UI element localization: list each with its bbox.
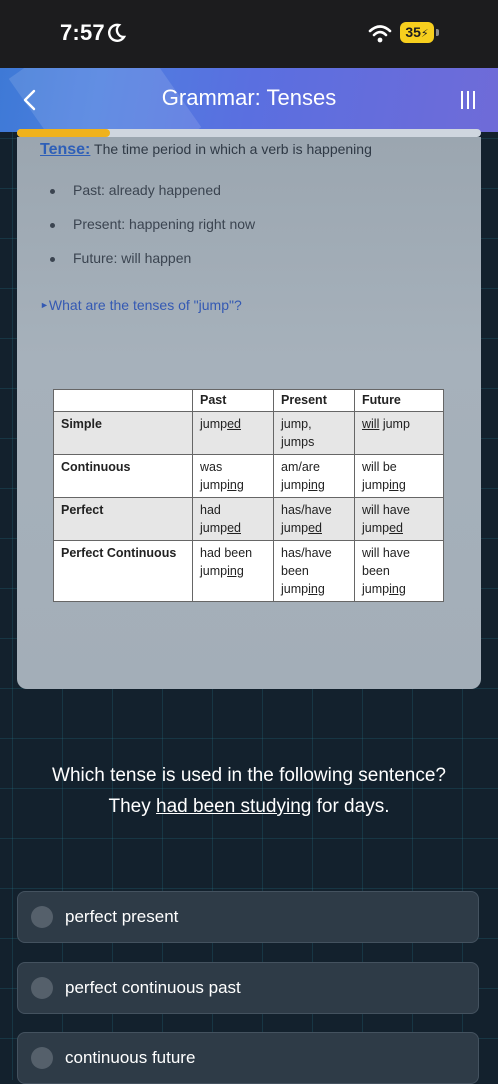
radio-button[interactable] bbox=[31, 906, 53, 928]
verb-stem: jump bbox=[362, 478, 390, 492]
app-header: Grammar: Tenses bbox=[0, 68, 498, 132]
wifi-icon bbox=[368, 25, 392, 43]
verb-auxiliary: had been bbox=[200, 546, 253, 560]
verb-stem: jump bbox=[200, 521, 228, 535]
verb-stem: jump bbox=[362, 521, 390, 535]
definition-line: Tense: The time period in which a verb i… bbox=[40, 141, 372, 159]
verb-ending: ing bbox=[308, 478, 325, 492]
status-bar: 7:57 35⚡ bbox=[0, 0, 498, 68]
verb-form: jumps bbox=[281, 435, 315, 449]
details-toggle[interactable]: ►What are the tenses of "jump"? bbox=[40, 297, 242, 313]
verb-ending: ed bbox=[389, 521, 403, 535]
verb-stem: jump bbox=[200, 417, 228, 431]
verb-ending: ing bbox=[389, 478, 406, 492]
definition-term: Tense: bbox=[40, 141, 91, 158]
answer-option-label: perfect continuous past bbox=[65, 978, 241, 997]
table-row: Perfect Continuous had been jumping has/h… bbox=[53, 540, 444, 602]
radio-button[interactable] bbox=[31, 977, 53, 999]
verb-stem: jump bbox=[379, 417, 410, 431]
table-row-label: Perfect bbox=[53, 497, 193, 541]
lesson-progress-bar bbox=[17, 129, 481, 137]
table-row: Simple jumped jump, jumps will jump bbox=[53, 411, 444, 455]
verb-stem: jump bbox=[200, 564, 228, 578]
disclosure-arrow-icon: ► bbox=[40, 300, 49, 310]
battery-indicator: 35⚡ bbox=[400, 22, 434, 43]
details-toggle-label: What are the tenses of "jump"? bbox=[48, 297, 242, 313]
charging-bolt-icon: ⚡ bbox=[420, 28, 429, 40]
table-cell: will have been jumping bbox=[354, 540, 444, 602]
verb-auxiliary: has/have bbox=[281, 546, 332, 560]
question-sentence-end: for days. bbox=[311, 796, 390, 817]
answer-option-label: continuous future bbox=[65, 1048, 196, 1067]
verb-form: jump, bbox=[281, 417, 312, 431]
table-header-row: Past Present Future bbox=[53, 389, 444, 412]
question-text: Which tense is used in the following sen… bbox=[20, 760, 478, 822]
answer-option-label: perfect present bbox=[65, 907, 179, 926]
verb-auxiliary: been bbox=[362, 564, 390, 578]
verb-ending: ed bbox=[227, 417, 241, 431]
answer-option[interactable]: perfect present bbox=[17, 891, 479, 943]
list-item: Present: happening right now bbox=[45, 216, 255, 250]
battery-cap bbox=[436, 29, 439, 36]
table-cell: had been jumping bbox=[192, 540, 274, 602]
verb-stem: jump bbox=[281, 521, 309, 535]
table-row-label: Perfect Continuous bbox=[53, 540, 193, 602]
table-cell: jumped bbox=[192, 411, 274, 455]
table-cell: was jumping bbox=[192, 454, 274, 498]
table-row-label: Simple bbox=[53, 411, 193, 455]
question-sentence-start: They bbox=[108, 796, 157, 817]
table-cell: has/have jumped bbox=[273, 497, 355, 541]
page-title: Grammar: Tenses bbox=[161, 85, 337, 110]
table-row: Perfect had jumped has/have jumped will ha… bbox=[53, 497, 444, 541]
table-row-label: Continuous bbox=[53, 454, 193, 498]
definition-text: The time period in which a verb is happe… bbox=[94, 141, 372, 157]
table-header-cell: Future bbox=[354, 389, 444, 412]
question-prompt: Which tense is used in the following sen… bbox=[52, 765, 446, 786]
verb-auxiliary: will bbox=[362, 417, 380, 431]
table-cell: has/have been jumping bbox=[273, 540, 355, 602]
verb-auxiliary: am/are bbox=[281, 460, 320, 474]
list-item: Past: already happened bbox=[45, 182, 255, 216]
table-cell: jump, jumps bbox=[273, 411, 355, 455]
radio-button[interactable] bbox=[31, 1047, 53, 1069]
table-header-cell bbox=[53, 389, 193, 412]
verb-stem: jump bbox=[281, 478, 309, 492]
list-item: Future: will happen bbox=[45, 250, 255, 284]
verb-ending: ing bbox=[227, 478, 244, 492]
verb-auxiliary: been bbox=[281, 564, 309, 578]
verb-auxiliary: will have bbox=[362, 503, 410, 517]
table-cell: will be jumping bbox=[354, 454, 444, 498]
verb-stem: jump bbox=[281, 582, 309, 596]
table-row: Continuous was jumping am/are jumping will… bbox=[53, 454, 444, 498]
answer-option[interactable]: continuous future bbox=[17, 1032, 479, 1084]
tense-bullet-list: Past: already happened Present: happenin… bbox=[45, 182, 255, 284]
table-cell: will have jumped bbox=[354, 497, 444, 541]
moon-icon bbox=[108, 23, 126, 42]
verb-ending: ed bbox=[227, 521, 241, 535]
verb-ending: ing bbox=[308, 582, 325, 596]
tense-table: Past Present Future Simple jumped jump, j… bbox=[53, 389, 444, 602]
question-underlined-phrase: had been studying bbox=[156, 796, 312, 817]
table-cell: had jumped bbox=[192, 497, 274, 541]
table-header-cell: Present bbox=[273, 389, 355, 412]
table-cell: will jump bbox=[354, 411, 444, 455]
verb-auxiliary: was bbox=[200, 460, 223, 474]
verb-auxiliary: has/have bbox=[281, 503, 332, 517]
verb-auxiliary: will be bbox=[362, 460, 397, 474]
verb-stem: jump bbox=[362, 582, 390, 596]
verb-auxiliary: had bbox=[200, 503, 221, 517]
verb-stem: jump bbox=[200, 478, 228, 492]
lesson-card: Tense: The time period in which a verb i… bbox=[17, 137, 481, 689]
table-header-cell: Past bbox=[192, 389, 274, 412]
status-time: 7:57 bbox=[60, 20, 105, 45]
battery-level: 35 bbox=[405, 24, 421, 40]
table-cell: am/are jumping bbox=[273, 454, 355, 498]
verb-ending: ed bbox=[308, 521, 322, 535]
lesson-progress-fill bbox=[17, 129, 110, 137]
verb-ending: ing bbox=[389, 582, 406, 596]
verb-auxiliary: will have bbox=[362, 546, 410, 560]
verb-ending: ing bbox=[227, 564, 244, 578]
answer-option[interactable]: perfect continuous past bbox=[17, 962, 479, 1014]
menu-icon[interactable] bbox=[458, 90, 478, 110]
